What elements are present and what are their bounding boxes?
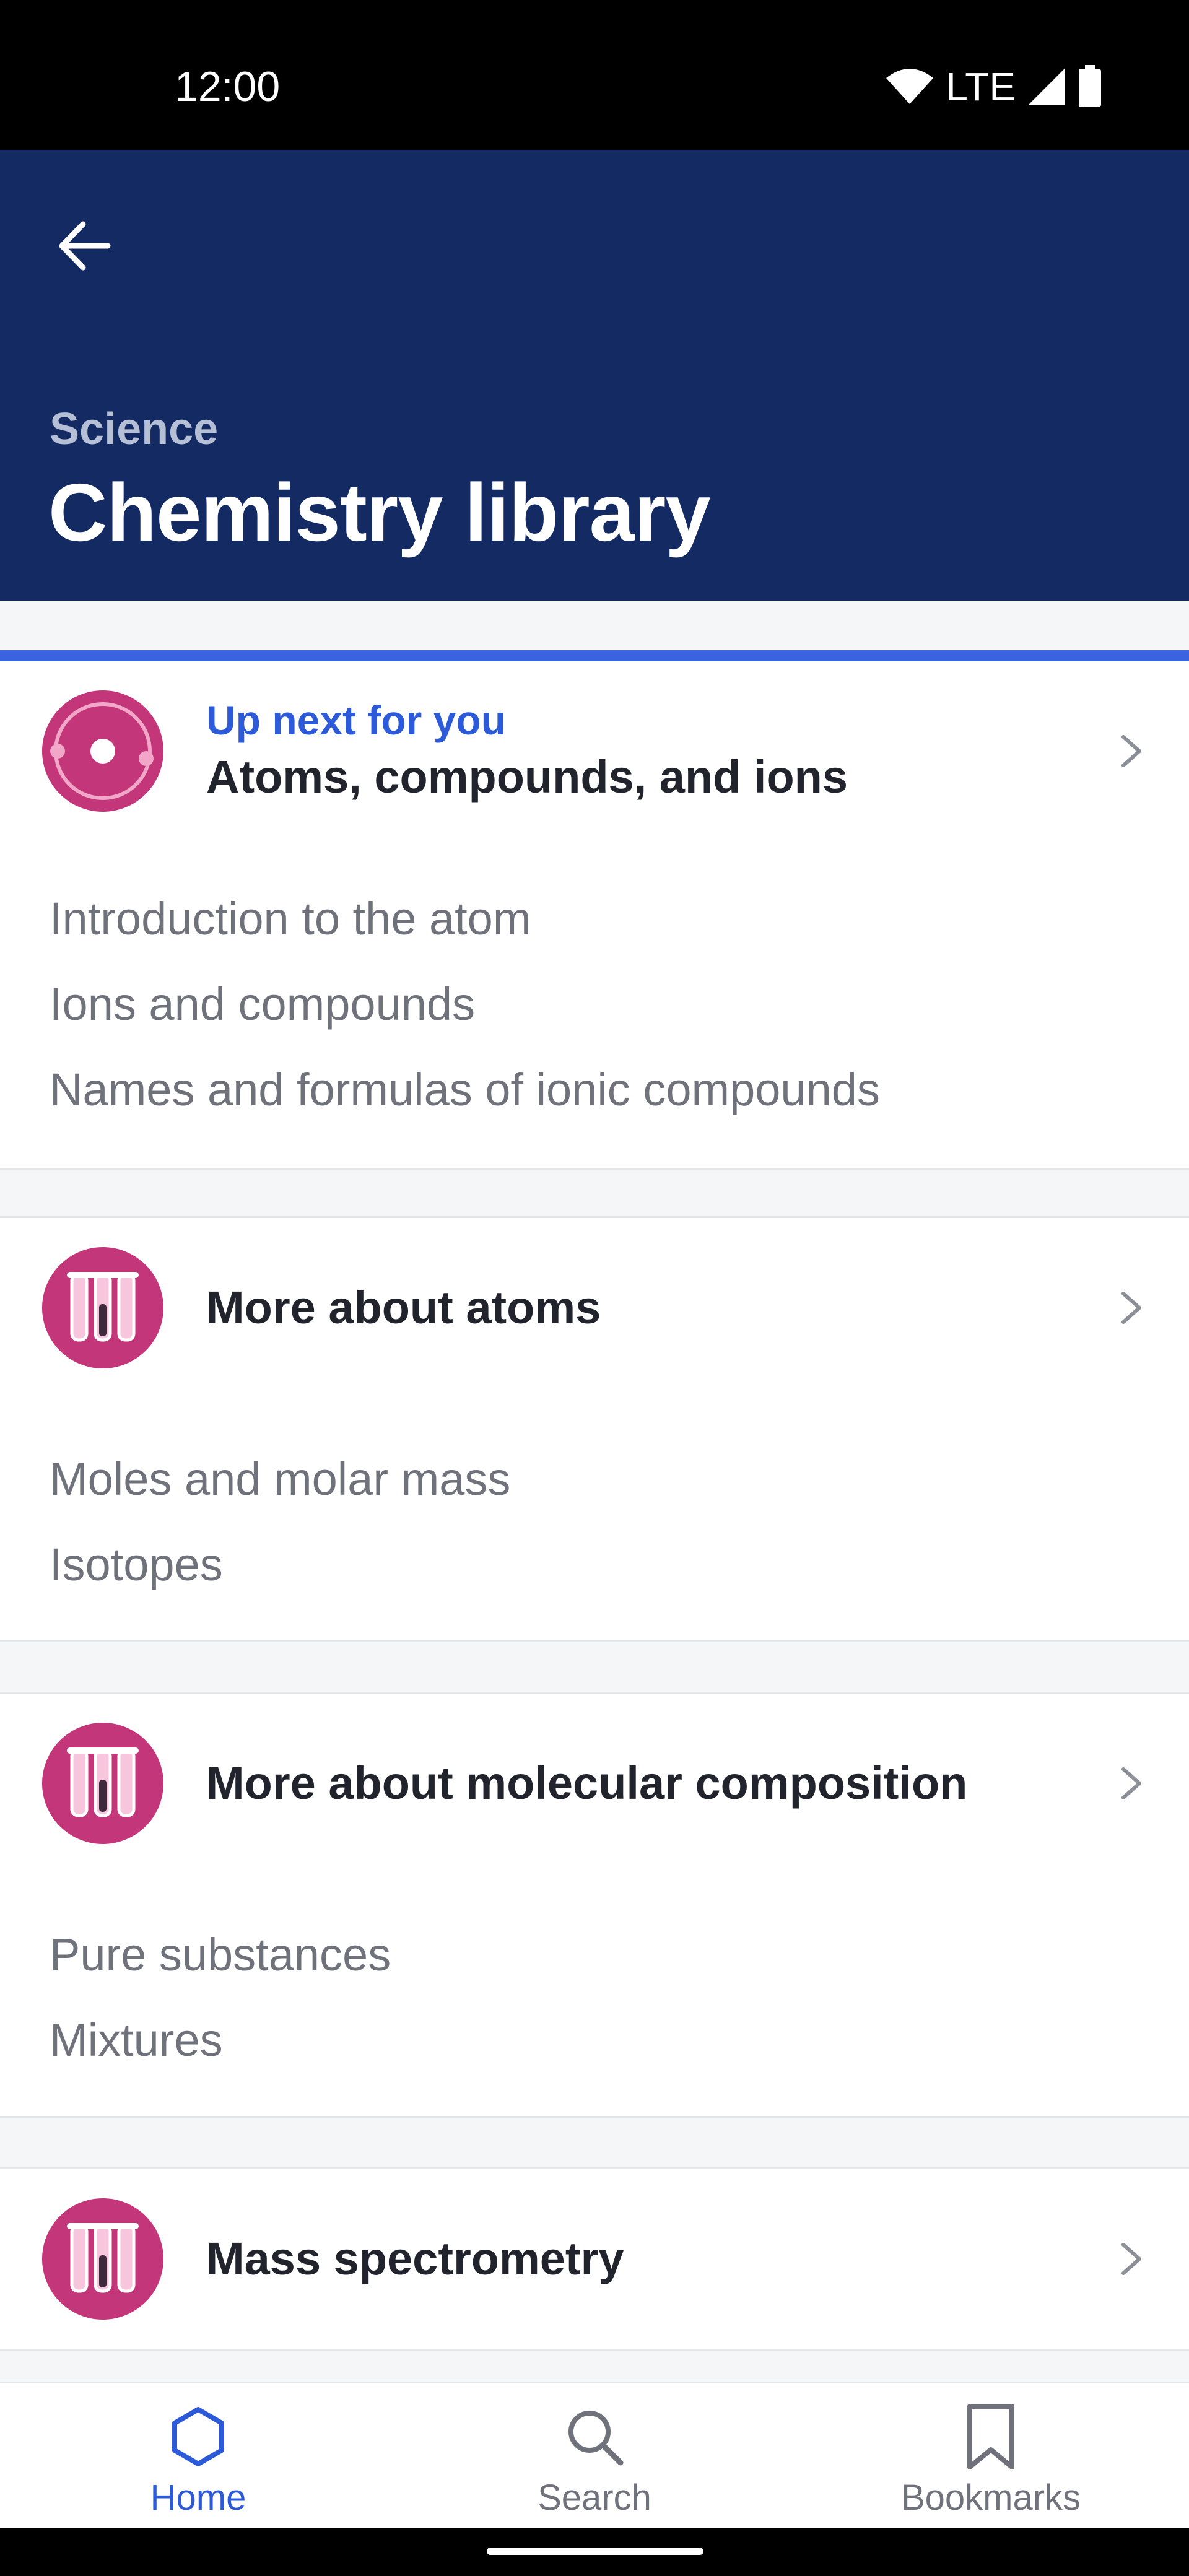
unit-lessons-molecular-composition: Pure substances Mixtures (0, 1873, 1189, 2118)
up-next-kicker: Up next for you (206, 697, 507, 743)
arrow-left-icon (59, 221, 111, 271)
battery-icon (1079, 65, 1101, 107)
test-tubes-icon (42, 2198, 163, 2320)
status-time: 12:00 (175, 63, 281, 110)
lesson-link[interactable]: Isotopes (50, 1534, 223, 1596)
atom-icon (42, 690, 163, 812)
test-tubes-icon (42, 1247, 163, 1368)
lesson-link[interactable]: Introduction to the atom (50, 888, 531, 950)
nav-search[interactable]: Search (396, 2383, 793, 2530)
unit-title: More about atoms (206, 1282, 601, 1333)
unit-header-atoms-compounds-ions[interactable]: Up next for you Atoms, compounds, and io… (0, 661, 1189, 843)
subject-label: Science (50, 404, 219, 454)
chevron-right-icon (1121, 1767, 1141, 1799)
nav-home-label: Home (150, 2478, 246, 2518)
wifi-icon (886, 69, 934, 104)
nav-bookmarks-label: Bookmarks (900, 2478, 1081, 2518)
lesson-link[interactable]: Mixtures (50, 2009, 223, 2071)
home-gesture-handle[interactable] (487, 2548, 703, 2555)
status-bar: 12:00 LTE (0, 0, 1189, 150)
bottom-navigation: Home Search Bookmarks (0, 2382, 1189, 2530)
unit-title: Atoms, compounds, and ions (206, 751, 848, 803)
status-icons: LTE (885, 62, 1102, 111)
chevron-right-icon (1121, 1292, 1141, 1324)
up-next-accent-line (0, 650, 1189, 661)
unit-lessons-atoms-compounds-ions: Introduction to the atom Ions and compou… (0, 841, 1189, 1170)
unit-header-mass-spectrometry[interactable]: Mass spectrometry (0, 2167, 1189, 2351)
back-button[interactable] (43, 206, 124, 286)
page-header: Science Chemistry library (0, 150, 1189, 601)
nav-search-label: Search (538, 2478, 651, 2518)
lesson-link[interactable]: Pure substances (50, 1924, 391, 1986)
unit-title: More about molecular composition (206, 1757, 968, 1809)
lesson-link[interactable]: Ions and compounds (50, 973, 475, 1035)
lesson-link[interactable]: Moles and molar mass (50, 1448, 510, 1510)
lesson-link[interactable]: Names and formulas of ionic compounds (50, 1059, 880, 1121)
page-title: Chemistry library (48, 467, 711, 558)
home-hexagon-icon (172, 2407, 224, 2466)
search-icon (568, 2411, 624, 2466)
nav-bookmarks[interactable]: Bookmarks (793, 2383, 1189, 2530)
unit-title: Mass spectrometry (206, 2233, 624, 2284)
unit-header-more-about-atoms[interactable]: More about atoms (0, 1216, 1189, 1399)
nav-home[interactable]: Home (0, 2383, 396, 2530)
bookmark-icon (967, 2404, 1014, 2469)
network-type: LTE (946, 64, 1016, 109)
unit-header-molecular-composition[interactable]: More about molecular composition (0, 1692, 1189, 1875)
signal-icon (1028, 68, 1065, 105)
unit-lessons-more-about-atoms: Moles and molar mass Isotopes (0, 1398, 1189, 1642)
gesture-bar (0, 2528, 1189, 2576)
test-tubes-icon (42, 1723, 163, 1844)
chevron-right-icon (1121, 735, 1141, 767)
chevron-right-icon (1121, 2243, 1141, 2275)
